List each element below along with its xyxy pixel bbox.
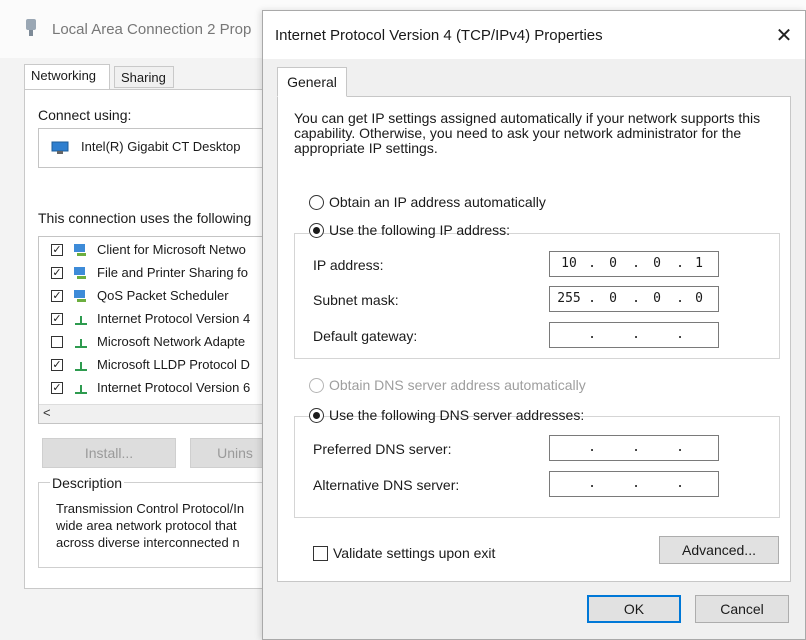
dot-separator: .: [588, 440, 596, 455]
ip-address-input[interactable]: 10 . 0 . 0 . 1: [549, 251, 719, 277]
description-line: Transmission Control Protocol/In: [56, 501, 245, 516]
description-line: wide area network protocol that: [56, 518, 237, 533]
connection-properties-title: Local Area Connection 2 Prop: [52, 21, 252, 38]
item-checkbox[interactable]: ✓: [51, 244, 63, 256]
description-line: across diverse interconnected n: [56, 535, 240, 550]
dot-separator: .: [632, 476, 640, 491]
subnet-mask-input[interactable]: 255 . 0 . 0 . 0: [549, 286, 719, 312]
dot-separator: .: [588, 327, 596, 342]
alternate-dns-input[interactable]: . . .: [549, 471, 719, 497]
ip-octet: 0: [653, 256, 661, 271]
item-checkbox[interactable]: ✓: [51, 290, 63, 302]
validate-label: Validate settings upon exit: [333, 545, 496, 561]
ip-octet: 10: [561, 256, 577, 271]
intro-text: You can get IP settings assigned automat…: [294, 110, 761, 156]
dialog-titlebar: Internet Protocol Version 4 (TCP/IPv4) P…: [263, 11, 805, 59]
item-checkbox[interactable]: ✓: [51, 313, 63, 325]
subnet-mask-label: Subnet mask:: [313, 292, 399, 308]
ip-manual-option[interactable]: Use the following IP address:: [309, 221, 510, 241]
dns-auto-radio[interactable]: [309, 378, 324, 393]
dialog-title: Internet Protocol Version 4 (TCP/IPv4) P…: [275, 27, 603, 44]
validate-checkbox[interactable]: [313, 546, 328, 561]
horizontal-scrollbar[interactable]: <: [39, 404, 277, 423]
ip-octet: 1: [695, 256, 703, 271]
protocol-icon: [75, 316, 87, 325]
ip-octet: 255: [557, 291, 581, 306]
close-icon[interactable]: ✕: [769, 21, 799, 51]
item-label: Client for Microsoft Netwo: [97, 242, 246, 257]
protocol-icon: [75, 362, 87, 371]
advanced-button[interactable]: Advanced...: [659, 536, 779, 564]
dns-auto-label: Obtain DNS server address automatically: [329, 377, 586, 393]
protocol-icon: [75, 385, 87, 394]
components-label: This connection uses the following: [38, 210, 252, 226]
network-service-icon: [74, 290, 86, 302]
tab-networking[interactable]: Networking: [24, 64, 110, 90]
connect-using-label: Connect using:: [38, 107, 132, 123]
item-checkbox[interactable]: ✓: [51, 267, 63, 279]
dot-separator: .: [632, 440, 640, 455]
default-gateway-label: Default gateway:: [313, 328, 418, 344]
ok-button[interactable]: OK: [587, 595, 681, 623]
dot-separator: .: [676, 327, 684, 342]
ip-octet: 0: [609, 256, 617, 271]
item-label: Internet Protocol Version 6: [97, 380, 251, 395]
item-label: Microsoft LLDP Protocol D: [97, 357, 250, 372]
description-label: Description: [50, 475, 125, 491]
cancel-button[interactable]: Cancel: [695, 595, 789, 623]
dot-separator: .: [588, 476, 596, 491]
components-list[interactable]: ✓ Client for Microsoft Netwo ✓ File and …: [38, 236, 278, 424]
ip-octet: 0: [609, 291, 617, 306]
preferred-dns-input[interactable]: . . .: [549, 435, 719, 461]
ip-manual-radio[interactable]: [309, 223, 324, 238]
item-label: QoS Packet Scheduler: [97, 288, 229, 303]
description-text: Transmission Control Protocol/In wide ar…: [56, 500, 266, 551]
ip-auto-radio[interactable]: [309, 195, 324, 210]
protocol-icon: [75, 339, 87, 348]
dns-manual-option[interactable]: Use the following DNS server addresses:: [309, 406, 584, 426]
adapter-field: Intel(R) Gigabit CT Desktop: [38, 128, 278, 168]
item-label: Microsoft Network Adapte: [97, 334, 246, 349]
tab-sharing[interactable]: Sharing: [114, 66, 174, 88]
ipv4-properties-dialog: Internet Protocol Version 4 (TCP/IPv4) P…: [262, 10, 806, 640]
ip-manual-label: Use the following IP address:: [329, 222, 511, 238]
preferred-dns-label: Preferred DNS server:: [313, 441, 452, 457]
dot-separator: .: [676, 476, 684, 491]
adapter-icon: [51, 141, 69, 154]
item-checkbox[interactable]: ✓: [51, 359, 63, 371]
dns-manual-label: Use the following DNS server addresses:: [329, 407, 585, 423]
tab-general[interactable]: General: [277, 67, 347, 97]
alternate-dns-label: Alternative DNS server:: [313, 477, 460, 493]
network-adapter-icon: [26, 19, 36, 36]
install-button[interactable]: Install...: [42, 438, 176, 468]
dot-separator: .: [632, 327, 640, 342]
item-label: File and Printer Sharing fo: [97, 265, 249, 280]
ip-auto-label: Obtain an IP address automatically: [329, 194, 546, 210]
item-checkbox[interactable]: [51, 336, 63, 348]
network-client-icon: [74, 244, 86, 256]
item-label: Internet Protocol Version 4: [97, 311, 251, 326]
dns-manual-radio[interactable]: [309, 408, 324, 423]
scroll-left-icon[interactable]: <: [43, 405, 51, 420]
ip-address-label: IP address:: [313, 257, 384, 273]
item-checkbox[interactable]: ✓: [51, 382, 63, 394]
default-gateway-input[interactable]: . . .: [549, 322, 719, 348]
ip-octet: 0: [695, 291, 703, 306]
dot-separator: .: [676, 440, 684, 455]
adapter-name: Intel(R) Gigabit CT Desktop: [81, 139, 241, 154]
network-service-icon: [74, 267, 86, 279]
dns-group: [294, 416, 780, 518]
ip-octet: 0: [653, 291, 661, 306]
